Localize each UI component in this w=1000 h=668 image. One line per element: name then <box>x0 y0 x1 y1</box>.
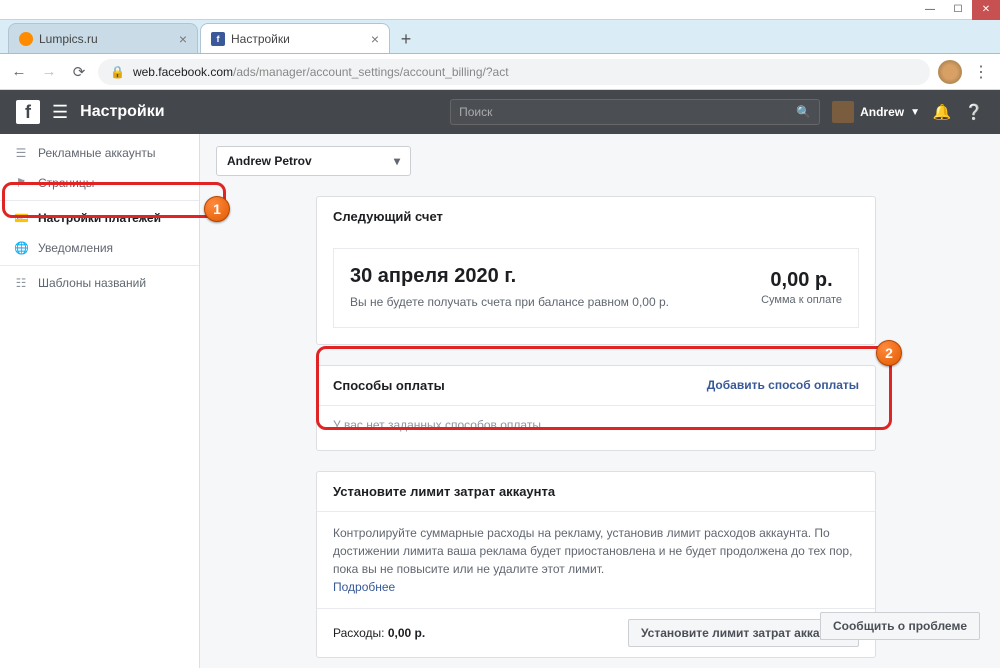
hamburger-icon[interactable]: ☰ <box>52 102 68 123</box>
user-menu[interactable]: Andrew ▼ <box>832 101 920 123</box>
window-controls: — ☐ ✕ <box>0 0 1000 20</box>
chevron-down-icon: ▼ <box>910 107 920 118</box>
sidebar-item-name-templates[interactable]: ☷ Шаблоны названий <box>0 268 199 298</box>
maximize-button[interactable]: ☐ <box>944 0 972 20</box>
browser-window: — ☐ ✕ Lumpics.ru × f Настройки × + ← → ⟳… <box>0 0 1000 668</box>
bill-left: 30 апреля 2020 г. Вы не будете получать … <box>350 265 737 311</box>
address-bar-row: ← → ⟳ 🔒 web.facebook.com/ads/manager/acc… <box>0 54 1000 90</box>
notifications-icon[interactable]: 🔔 <box>932 103 952 121</box>
profile-avatar[interactable] <box>938 60 962 84</box>
avatar <box>832 101 854 123</box>
account-name: Andrew Petrov <box>227 154 312 168</box>
page-title: Настройки <box>80 103 164 121</box>
sidebar-item-label: Уведомления <box>38 241 113 255</box>
card-header: Следующий счет <box>317 197 875 236</box>
bill-date: 30 апреля 2020 г. <box>350 265 737 288</box>
minimize-button[interactable]: — <box>916 0 944 20</box>
sidebar-item-label: Страницы <box>38 176 94 190</box>
sidebar-item-label: Шаблоны названий <box>38 276 146 290</box>
sidebar-item-label: Рекламные аккаунты <box>38 146 155 160</box>
limit-footer: Расходы: 0,00 р. Установите лимит затрат… <box>317 608 875 657</box>
url-bar[interactable]: 🔒 web.facebook.com/ads/manager/account_s… <box>98 59 930 85</box>
add-payment-method-link[interactable]: Добавить способ оплаты <box>707 378 859 392</box>
bill-right: 0,00 р. Сумма к оплате <box>761 265 842 311</box>
learn-more-link[interactable]: Подробнее <box>333 580 395 594</box>
bill-amount-label: Сумма к оплате <box>761 294 842 306</box>
sidebar-item-pages[interactable]: ⚑ Страницы <box>0 168 199 198</box>
tab-lumpics[interactable]: Lumpics.ru × <box>8 23 198 53</box>
content-area: ☰ Рекламные аккаунты ⚑ Страницы 💳 Настро… <box>0 134 1000 668</box>
fb-topbar: f ☰ Настройки Поиск 🔍 Andrew ▼ 🔔 ❔ <box>0 90 1000 134</box>
main: Andrew Petrov ▾ Следующий счет 30 апреля… <box>200 134 1000 668</box>
accounts-icon: ☰ <box>14 146 28 160</box>
search-input[interactable]: Поиск 🔍 <box>450 99 820 125</box>
spend-value: Расходы: 0,00 р. <box>333 626 425 640</box>
bill-amount: 0,00 р. <box>761 269 842 292</box>
search-icon: 🔍 <box>796 105 811 119</box>
tab-strip: Lumpics.ru × f Настройки × + <box>0 20 1000 54</box>
empty-state: У вас нет заданных способов оплаты. <box>317 406 875 450</box>
bill-note: Вы не будете получать счета при балансе … <box>350 294 737 311</box>
divider <box>0 265 199 266</box>
favicon-icon: f <box>211 32 225 46</box>
header-text: Следующий счет <box>333 209 443 224</box>
sidebar-item-ad-accounts[interactable]: ☰ Рекламные аккаунты <box>0 138 199 168</box>
annotation-badge-2: 2 <box>876 340 902 366</box>
next-bill-box: 30 апреля 2020 г. Вы не будете получать … <box>333 248 859 328</box>
help-icon[interactable]: ❔ <box>964 103 984 121</box>
template-icon: ☷ <box>14 276 28 290</box>
account-selector[interactable]: Andrew Petrov ▾ <box>216 146 411 176</box>
payment-methods-card: Способы оплаты Добавить способ оплаты У … <box>316 365 876 451</box>
desc-text: Контролируйте суммарные расходы на рекла… <box>333 526 852 576</box>
user-name: Andrew <box>860 105 904 119</box>
new-tab-button[interactable]: + <box>392 25 420 53</box>
chevron-down-icon: ▾ <box>394 154 400 168</box>
card-icon: 💳 <box>14 211 28 225</box>
sidebar-item-label: Настройки платежей <box>38 211 161 225</box>
close-icon[interactable]: × <box>371 31 379 47</box>
report-problem-button[interactable]: Сообщить о проблеме <box>820 612 980 640</box>
tab-label: Lumpics.ru <box>39 32 173 46</box>
reload-button[interactable]: ⟳ <box>68 61 90 83</box>
sidebar-item-payment-settings[interactable]: 💳 Настройки платежей <box>0 203 199 233</box>
card-header: Способы оплаты Добавить способ оплаты <box>317 366 875 405</box>
fb-logo-icon[interactable]: f <box>16 100 40 124</box>
flag-icon: ⚑ <box>14 176 28 190</box>
card-header: Установите лимит затрат аккаунта <box>317 472 875 511</box>
tab-settings[interactable]: f Настройки × <box>200 23 390 53</box>
tab-label: Настройки <box>231 32 365 46</box>
lock-icon: 🔒 <box>110 65 125 79</box>
divider <box>0 200 199 201</box>
header-text: Способы оплаты <box>333 378 445 393</box>
menu-button[interactable]: ⋮ <box>970 62 992 82</box>
close-window-button[interactable]: ✕ <box>972 0 1000 20</box>
close-icon[interactable]: × <box>179 31 187 47</box>
next-bill-card: Следующий счет 30 апреля 2020 г. Вы не б… <box>316 196 876 345</box>
sidebar-item-notifications[interactable]: 🌐 Уведомления <box>0 233 199 263</box>
forward-button[interactable]: → <box>38 61 60 83</box>
search-placeholder: Поиск <box>459 105 492 119</box>
limit-description: Контролируйте суммарные расходы на рекла… <box>317 512 875 608</box>
sidebar: ☰ Рекламные аккаунты ⚑ Страницы 💳 Настро… <box>0 134 200 668</box>
back-button[interactable]: ← <box>8 61 30 83</box>
spend-limit-card: Установите лимит затрат аккаунта Контрол… <box>316 471 876 658</box>
favicon-icon <box>19 32 33 46</box>
globe-icon: 🌐 <box>14 241 28 255</box>
annotation-badge-1: 1 <box>204 196 230 222</box>
url-text: web.facebook.com/ads/manager/account_set… <box>133 65 918 79</box>
header-text: Установите лимит затрат аккаунта <box>333 484 555 499</box>
